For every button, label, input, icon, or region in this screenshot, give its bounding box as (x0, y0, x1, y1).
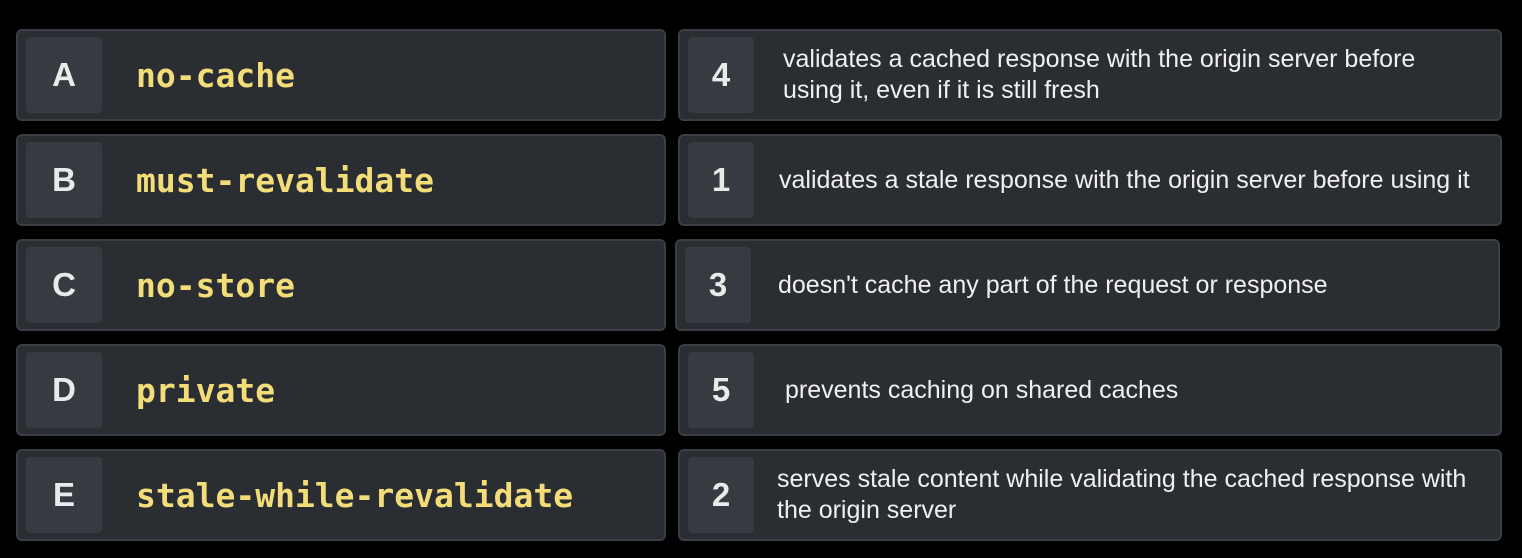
term-label: no-cache (136, 55, 295, 95)
term-label: no-store (136, 265, 295, 305)
definition-text: doesn't cache any part of the request or… (778, 270, 1328, 299)
definition-number-badge: 3 (685, 247, 751, 323)
definition-card-5: 5 prevents caching on shared caches (678, 344, 1502, 436)
definition-number-badge: 4 (688, 37, 754, 113)
definition-text: validates a cached response with the ori… (783, 45, 1416, 104)
definition-text: prevents caching on shared caches (785, 375, 1179, 404)
definition-number-badge: 2 (688, 457, 754, 533)
term-card-b: B must-revalidate (16, 134, 666, 226)
matching-board: A no-cache B must-revalidate C no-store … (0, 0, 1522, 558)
term-letter-badge: A (26, 37, 102, 113)
definition-text: serves stale content while validating th… (777, 465, 1467, 524)
term-letter-badge: C (26, 247, 102, 323)
definition-number-badge: 1 (688, 142, 754, 218)
definition-text: validates a stale response with the orig… (779, 165, 1470, 194)
term-letter-badge: D (26, 352, 102, 428)
term-card-e: E stale-while-revalidate (16, 449, 666, 541)
term-letter-badge: B (26, 142, 102, 218)
term-card-a: A no-cache (16, 29, 666, 121)
definition-card-2: 2 serves stale content while validating … (678, 449, 1502, 541)
definition-card-1: 1 validates a stale response with the or… (678, 134, 1502, 226)
term-label: stale-while-revalidate (136, 475, 574, 515)
term-card-d: D private (16, 344, 666, 436)
term-label: private (136, 370, 276, 410)
definition-card-3: 3 doesn't cache any part of the request … (675, 239, 1500, 331)
term-letter-badge: E (26, 457, 102, 533)
term-label: must-revalidate (136, 160, 435, 200)
definition-number-badge: 5 (688, 352, 754, 428)
term-card-c: C no-store (16, 239, 666, 331)
definition-card-4: 4 validates a cached response with the o… (678, 29, 1502, 121)
